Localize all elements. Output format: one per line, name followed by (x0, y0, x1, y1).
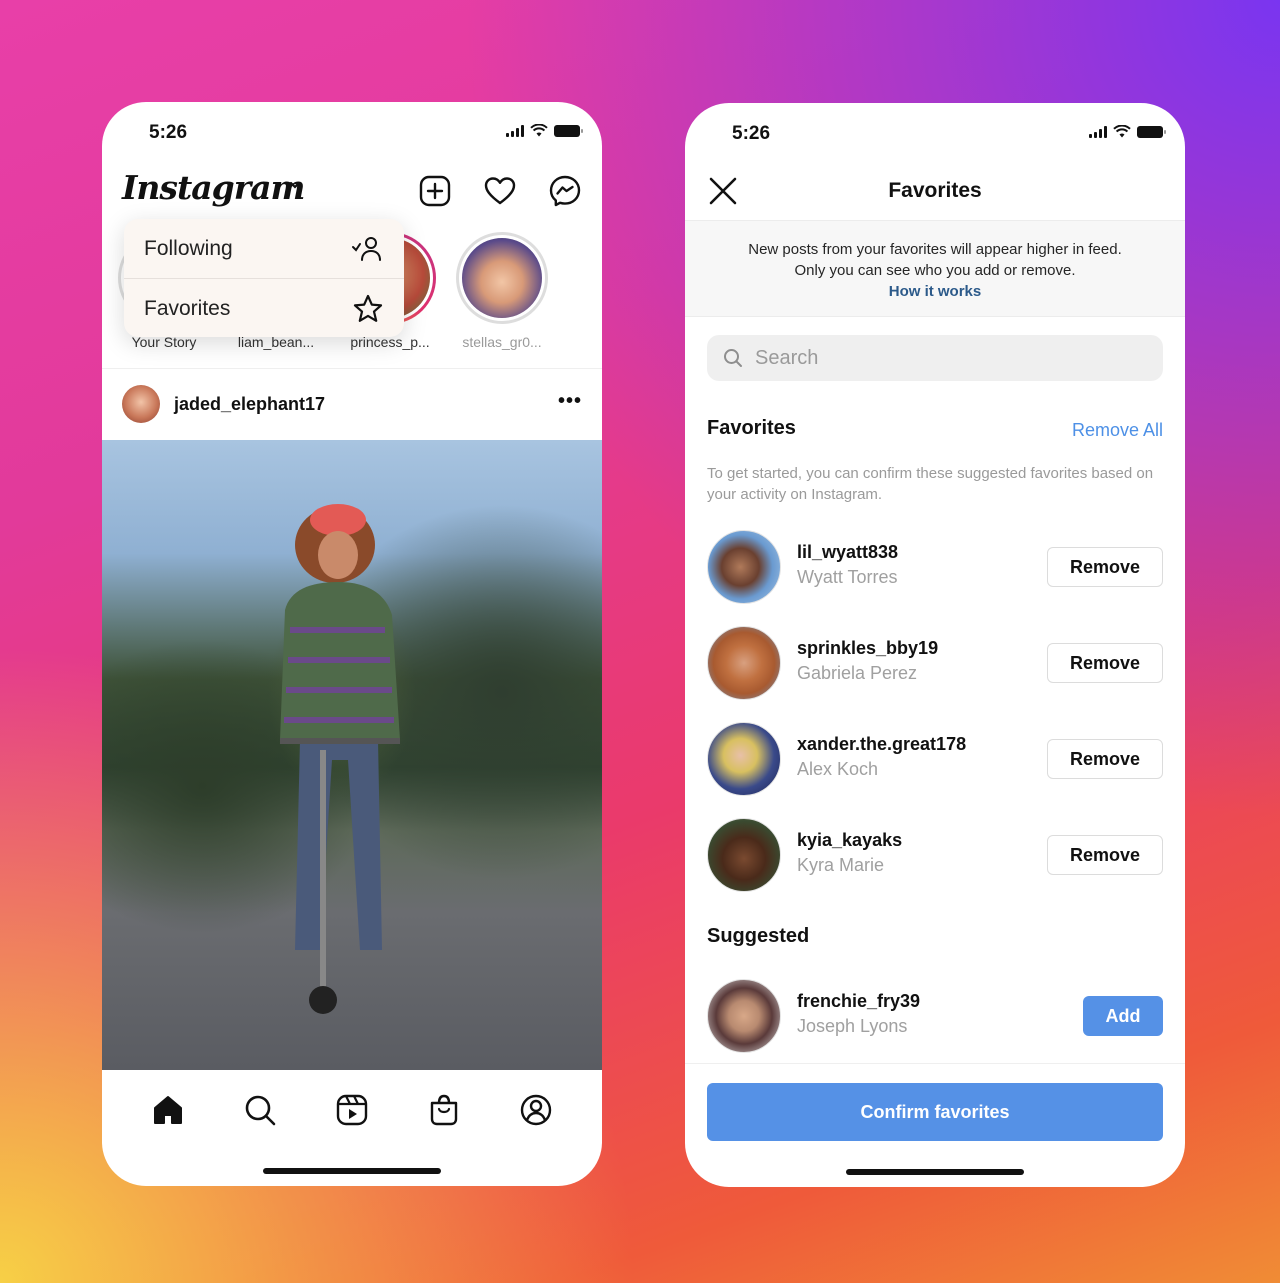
full-name: Alex Koch (797, 759, 879, 779)
dropdown-item-label: Following (144, 236, 233, 260)
search-icon[interactable] (243, 1093, 277, 1127)
post-username[interactable]: jaded_elephant17 (174, 394, 325, 415)
home-indicator[interactable] (846, 1169, 1024, 1175)
dropdown-item-favorites[interactable]: Favorites (124, 279, 404, 338)
favorite-list-item: kyia_kayaks Kyra Marie Remove (707, 818, 1163, 894)
user-avatar[interactable] (707, 626, 781, 700)
add-button[interactable]: Add (1083, 996, 1163, 1036)
username[interactable]: sprinkles_bby19 (797, 638, 938, 659)
username[interactable]: kyia_kayaks (797, 830, 902, 851)
divider (685, 1063, 1185, 1064)
user-avatar[interactable] (707, 818, 781, 892)
story-avatar (459, 235, 545, 321)
shop-icon[interactable] (427, 1093, 461, 1127)
phone-favorites-screen: 5:26 Favorites New posts from your favor… (685, 103, 1185, 1187)
instagram-logo[interactable]: Instagram (122, 168, 305, 207)
remove-button[interactable]: Remove (1047, 547, 1163, 587)
search-input[interactable] (755, 346, 1135, 370)
page-title: Favorites (888, 179, 982, 202)
favorites-nav-bar: Favorites (685, 163, 1185, 221)
battery-icon (554, 124, 583, 137)
wifi-icon (530, 124, 548, 137)
favorite-list-item: lil_wyatt838 Wyatt Torres Remove (707, 530, 1163, 606)
suggested-section-title: Suggested (707, 925, 810, 947)
search-field[interactable] (707, 335, 1163, 381)
info-banner: New posts from your favorites will appea… (685, 221, 1185, 317)
divider (102, 368, 602, 369)
status-time: 5:26 (732, 123, 771, 144)
favorite-list-item: sprinkles_bby19 Gabriela Perez Remove (707, 626, 1163, 702)
confirm-favorites-button[interactable]: Confirm favorites (707, 1083, 1163, 1141)
reels-icon[interactable] (335, 1093, 369, 1127)
dropdown-item-label: Favorites (144, 296, 231, 320)
how-it-works-link[interactable]: How it works (685, 281, 1185, 302)
user-avatar[interactable] (707, 530, 781, 604)
user-avatar[interactable] (707, 979, 781, 1053)
story-name: stellas_gr0... (462, 334, 542, 350)
favorite-list-item: xander.the.great178 Alex Koch Remove (707, 722, 1163, 798)
messenger-icon[interactable] (548, 174, 582, 208)
feed-type-dropdown: Following Favorites (124, 219, 404, 337)
favorites-section-title: Favorites (707, 417, 796, 439)
wifi-icon (1113, 125, 1131, 138)
user-avatar[interactable] (707, 722, 781, 796)
remove-all-button[interactable]: Remove All (1072, 420, 1163, 441)
post-header: jaded_elephant17 ••• (102, 370, 602, 440)
remove-button[interactable]: Remove (1047, 739, 1163, 779)
username[interactable]: xander.the.great178 (797, 734, 966, 755)
home-indicator[interactable] (263, 1168, 441, 1174)
cellular-signal-icon (506, 124, 524, 137)
favorites-hint: To get started, you can confirm these su… (707, 465, 1154, 503)
phone-feed-screen: 5:26 Instagram Your Story liam_bean... p… (102, 102, 602, 1186)
bottom-navigation (102, 1070, 602, 1150)
search-icon (724, 349, 742, 367)
status-bar: 5:26 (102, 102, 602, 162)
full-name: Wyatt Torres (797, 567, 898, 587)
status-time: 5:26 (149, 122, 188, 143)
username[interactable]: lil_wyatt838 (797, 542, 898, 563)
chevron-down-icon[interactable] (288, 178, 302, 192)
suggested-list-item: frenchie_fry39 Joseph Lyons Add (707, 979, 1163, 1055)
info-text-line-2: Only you can see who you add or remove. (794, 262, 1076, 279)
heart-icon[interactable] (483, 174, 517, 208)
cellular-signal-icon (1089, 125, 1107, 138)
story-item[interactable]: stellas_gr0... (454, 232, 550, 350)
following-person-icon (352, 236, 381, 261)
post-avatar[interactable] (122, 385, 160, 423)
full-name: Gabriela Perez (797, 663, 918, 683)
star-icon (353, 294, 383, 322)
battery-icon (1137, 125, 1166, 138)
profile-icon[interactable] (519, 1093, 553, 1127)
full-name: Kyra Marie (797, 855, 885, 875)
home-icon[interactable] (151, 1093, 185, 1127)
status-bar: 5:26 (685, 103, 1185, 163)
info-text-line-1: New posts from your favorites will appea… (748, 241, 1122, 258)
full-name: Joseph Lyons (797, 1016, 908, 1036)
remove-button[interactable]: Remove (1047, 835, 1163, 875)
remove-button[interactable]: Remove (1047, 643, 1163, 683)
feed-header: Instagram (102, 162, 602, 222)
dropdown-item-following[interactable]: Following (124, 219, 404, 278)
new-post-icon[interactable] (418, 174, 452, 208)
more-options-icon[interactable]: ••• (558, 390, 582, 413)
scooter-rider-illustration (280, 504, 400, 1014)
username[interactable]: frenchie_fry39 (797, 991, 920, 1012)
post-image[interactable] (102, 440, 602, 1070)
